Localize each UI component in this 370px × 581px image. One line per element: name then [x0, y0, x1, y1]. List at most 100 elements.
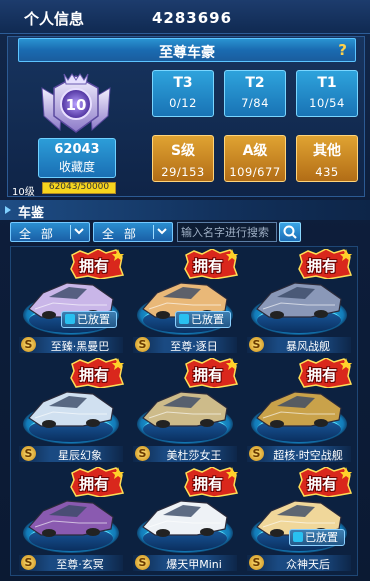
grade-label: A级 [242, 143, 268, 159]
check-icon [179, 314, 189, 324]
header-title: 个人信息 [24, 10, 85, 28]
car-name: 至臻·黑曼巴 [50, 340, 110, 353]
car-card[interactable]: 拥有 S 爆天甲Mini [129, 467, 241, 574]
tier-t2-box[interactable]: T2 7/84 [224, 70, 286, 117]
owned-label: 拥有 [193, 475, 224, 493]
chevron-down-icon [157, 228, 167, 235]
grade-count: 435 [315, 165, 339, 179]
car-card[interactable]: 拥有已放置 S 至尊·逐日 [129, 249, 241, 356]
car-card[interactable]: 拥有 S 星辰幻象 [15, 358, 127, 465]
section-arrow-icon [5, 206, 11, 214]
collection-screen: { "header": {"title": "个人信息", "player_id… [0, 0, 370, 581]
placed-label: 已放置 [305, 531, 338, 544]
owned-label: 拥有 [307, 366, 338, 384]
level-progress-text: 62043/50000 [48, 182, 110, 192]
car-name: 爆天甲Mini [166, 558, 222, 571]
help-icon[interactable]: ? [338, 41, 347, 59]
car-card[interactable]: 拥有 S 至尊·玄冥 [15, 467, 127, 574]
level-label: 10级 [12, 187, 35, 198]
car-name-bar: S 暴风战舰 [247, 337, 351, 353]
car-name-bar: S 星辰幻象 [19, 446, 123, 462]
search-button[interactable] [279, 222, 301, 242]
car-name-bar: S 爆天甲Mini [133, 555, 237, 571]
collection-value: 62043 [54, 142, 100, 157]
placed-badge: 已放置 [175, 311, 231, 328]
owned-badge: 拥有 [70, 249, 124, 279]
rank-title: 至尊车豪 [159, 45, 215, 61]
filter-selected: 全 部 [19, 227, 56, 241]
owned-badge: 拥有 [298, 467, 352, 497]
grade-count: 29/153 [161, 165, 205, 179]
car-card[interactable]: 拥有 S 超核·时空战舰 [243, 358, 355, 465]
tier-label: T3 [173, 75, 193, 91]
player-id: 4283696 [152, 9, 233, 27]
header: 个人信息 4283696 [0, 0, 370, 34]
grade-s-icon: S [21, 337, 36, 352]
check-icon [293, 532, 303, 542]
grade-s-icon: S [135, 446, 150, 461]
car-name-bar: S 至尊·玄冥 [19, 555, 123, 571]
placed-badge: 已放置 [289, 529, 345, 546]
section-header: 车鉴 [0, 200, 370, 221]
car-card[interactable]: 拥有 S 美杜莎女王 [129, 358, 241, 465]
car-name-bar: S 美杜莎女王 [133, 446, 237, 462]
placed-label: 已放置 [77, 313, 110, 326]
rank-bar: 至尊车豪 ? [18, 38, 356, 62]
owned-badge: 拥有 [184, 249, 238, 279]
owned-badge: 拥有 [70, 467, 124, 497]
chevron-down-icon [74, 228, 84, 235]
placed-badge: 已放置 [61, 311, 117, 328]
search-input[interactable] [177, 222, 277, 242]
owned-label: 拥有 [193, 366, 224, 384]
section-title: 车鉴 [18, 206, 45, 221]
tier-t3-box[interactable]: T3 0/12 [152, 70, 214, 117]
tier-label: T1 [317, 75, 337, 91]
owned-label: 拥有 [79, 257, 110, 275]
grade-s-box[interactable]: S级 29/153 [152, 135, 214, 182]
car-collection-grid: 拥有 已放置 S 至臻·黑曼巴 拥有 已放置 S 至尊·逐日 拥有 S 暴风战舰 拥有 S 星辰幻象 拥有 S… [10, 246, 358, 576]
level-progress-bar: 62043/50000 [42, 182, 116, 194]
filter-dropdown-2[interactable]: 全 部 [93, 222, 173, 242]
car-card[interactable]: 拥有 S 暴风战舰 [243, 249, 355, 356]
owned-label: 拥有 [79, 475, 110, 493]
check-icon [65, 314, 75, 324]
tier-label: T2 [245, 75, 265, 91]
grade-s-icon: S [249, 555, 264, 570]
dropdown-separator [153, 225, 154, 239]
car-name: 超核·时空战舰 [273, 449, 343, 462]
filter-selected: 全 部 [102, 227, 139, 241]
car-card[interactable]: 拥有已放置 S 至臻·黑曼巴 [15, 249, 127, 356]
car-name-bar: S 超核·时空战舰 [247, 446, 351, 462]
car-name: 至尊·玄冥 [56, 558, 104, 571]
grade-s-icon: S [21, 446, 36, 461]
collection-score: 62043 收藏度 [38, 138, 116, 178]
owned-badge: 拥有 [184, 467, 238, 497]
search-icon [283, 225, 297, 239]
grade-s-icon: S [135, 555, 150, 570]
grade-count: 109/677 [229, 165, 281, 179]
tier-count: 7/84 [241, 96, 269, 110]
owned-label: 拥有 [307, 475, 338, 493]
grade-s-icon: S [135, 337, 150, 352]
owned-label: 拥有 [307, 257, 338, 275]
grade-s-icon: S [21, 555, 36, 570]
owned-badge: 拥有 [70, 358, 124, 388]
grade-a-box[interactable]: A级 109/677 [224, 135, 286, 182]
tier-count: 0/12 [169, 96, 197, 110]
grade-label: S级 [170, 143, 196, 159]
grade-label: 其他 [313, 143, 341, 159]
collection-label: 收藏度 [58, 160, 95, 174]
tier-t1-box[interactable]: T1 10/54 [296, 70, 358, 117]
car-card[interactable]: 拥有已放置 S 众神天后 [243, 467, 355, 574]
car-name-bar: S 众神天后 [247, 555, 351, 571]
tier-count: 10/54 [309, 96, 345, 110]
car-name-bar: S 至臻·黑曼巴 [19, 337, 123, 353]
placed-label: 已放置 [191, 313, 224, 326]
car-name: 暴风战舰 [286, 340, 330, 353]
car-name: 星辰幻象 [58, 449, 102, 462]
filter-dropdown-1[interactable]: 全 部 [10, 222, 90, 242]
car-name-bar: S 至尊·逐日 [133, 337, 237, 353]
car-name: 美杜莎女王 [166, 449, 222, 462]
owned-label: 拥有 [193, 257, 224, 275]
grade-other-box[interactable]: 其他 435 [296, 135, 358, 182]
